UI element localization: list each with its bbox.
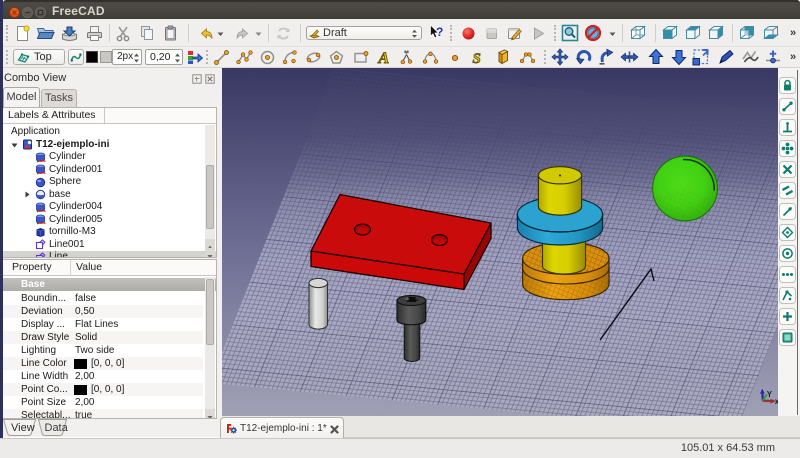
svg-text:S: S bbox=[473, 51, 481, 66]
svg-text:A: A bbox=[378, 50, 390, 66]
svg-text:Y: Y bbox=[767, 390, 773, 399]
svg-text:?: ? bbox=[436, 25, 443, 39]
svg-text:Data: Data bbox=[45, 422, 69, 434]
svg-text:View: View bbox=[11, 422, 35, 434]
